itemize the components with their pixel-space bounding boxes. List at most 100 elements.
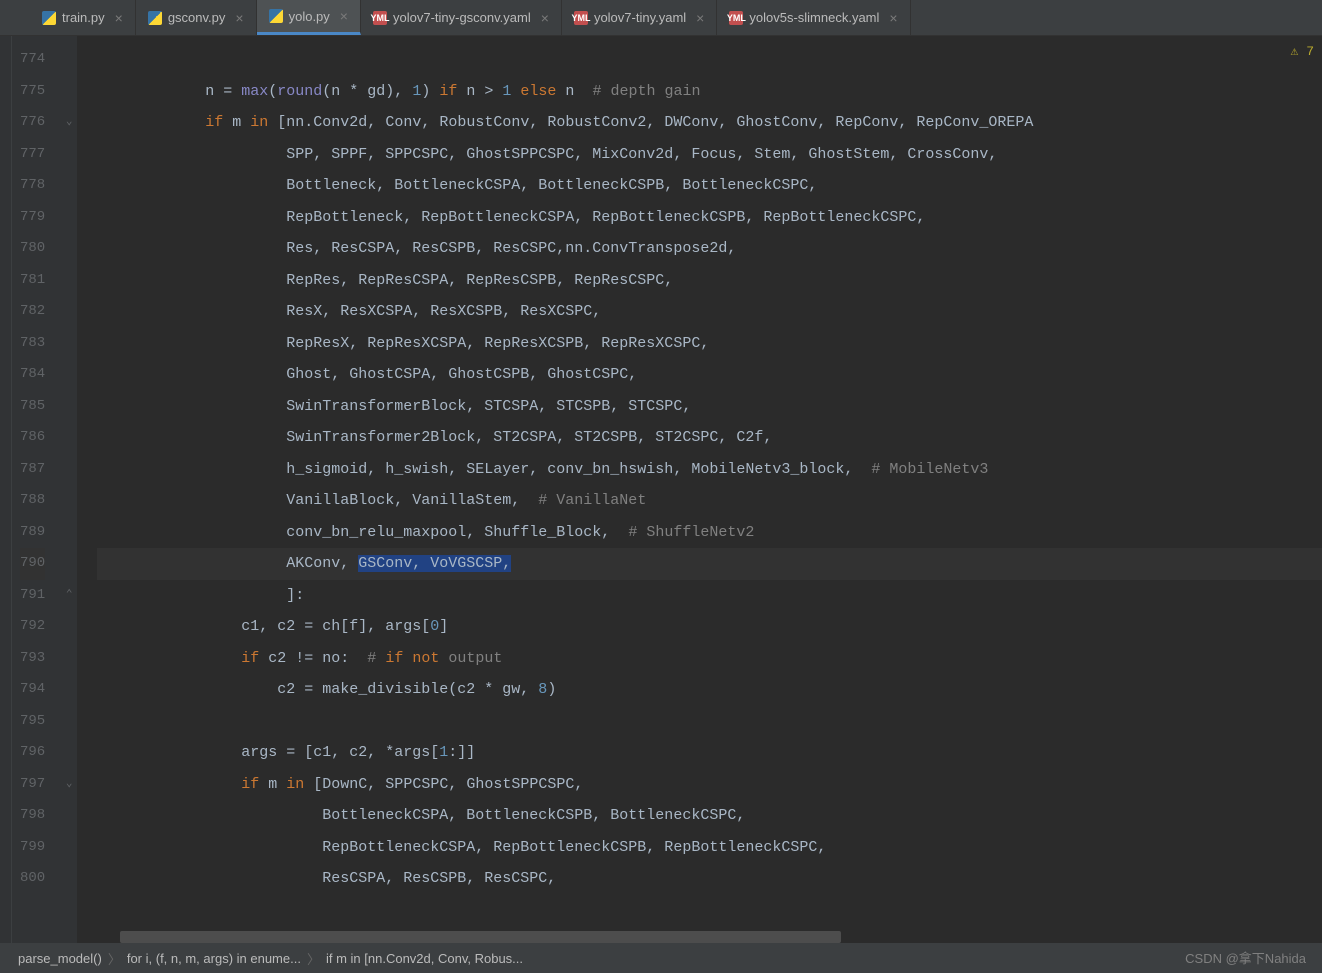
- code-line[interactable]: ResCSPA, ResCSPB, ResCSPC,: [97, 863, 1322, 895]
- code-line[interactable]: [97, 44, 1322, 76]
- line-number-gutter: 7747757767777787797807817827837847857867…: [12, 36, 61, 943]
- fold-marker[interactable]: [61, 454, 77, 486]
- code-line[interactable]: conv_bn_relu_maxpool, Shuffle_Block, # S…: [97, 517, 1322, 549]
- tab-label: yolov7-tiny-gsconv.yaml: [393, 10, 531, 25]
- close-icon[interactable]: ×: [889, 10, 897, 26]
- horizontal-scrollbar[interactable]: [120, 931, 1322, 943]
- py-file-icon: [42, 11, 56, 25]
- tab-label: yolov7-tiny.yaml: [594, 10, 686, 25]
- fold-marker[interactable]: [61, 76, 77, 108]
- code-line[interactable]: AKConv, GSConv, VoVGSCSP,: [97, 548, 1322, 580]
- line-number: 788: [20, 485, 45, 517]
- line-number: 798: [20, 800, 45, 832]
- close-icon[interactable]: ×: [235, 10, 243, 26]
- breadcrumb-item[interactable]: parse_model(): [18, 951, 102, 966]
- fold-marker[interactable]: [61, 863, 77, 895]
- line-number: 775: [20, 76, 45, 108]
- code-line[interactable]: if m in [DownC, SPPCSPC, GhostSPPCSPC,: [97, 769, 1322, 801]
- tab-train-py[interactable]: train.py ×: [30, 0, 136, 35]
- fold-marker[interactable]: [61, 737, 77, 769]
- code-line[interactable]: ResX, ResXCSPA, ResXCSPB, ResXCSPC,: [97, 296, 1322, 328]
- fold-marker[interactable]: [61, 548, 77, 580]
- fold-marker[interactable]: [61, 674, 77, 706]
- fold-marker[interactable]: [61, 800, 77, 832]
- py-file-icon: [269, 9, 283, 23]
- line-number: 774: [20, 44, 45, 76]
- code-line[interactable]: Ghost, GhostCSPA, GhostCSPB, GhostCSPC,: [97, 359, 1322, 391]
- tab-gsconv-py[interactable]: gsconv.py×: [136, 0, 257, 35]
- code-line[interactable]: args = [c1, c2, *args[1:]]: [97, 737, 1322, 769]
- code-line[interactable]: SwinTransformerBlock, STCSPA, STCSPB, ST…: [97, 391, 1322, 423]
- fold-marker[interactable]: [61, 170, 77, 202]
- tab-label: train.py: [62, 10, 105, 25]
- fold-marker[interactable]: ⌄: [61, 769, 77, 801]
- fold-marker[interactable]: [61, 485, 77, 517]
- code-line[interactable]: RepBottleneckCSPA, RepBottleneckCSPB, Re…: [97, 832, 1322, 864]
- yaml-file-icon: YML: [729, 11, 743, 25]
- code-line[interactable]: VanillaBlock, VanillaStem, # VanillaNet: [97, 485, 1322, 517]
- code-line[interactable]: RepBottleneck, RepBottleneckCSPA, RepBot…: [97, 202, 1322, 234]
- fold-marker[interactable]: [61, 832, 77, 864]
- line-number: 780: [20, 233, 45, 265]
- fold-marker[interactable]: [61, 296, 77, 328]
- line-number: 785: [20, 391, 45, 423]
- scrollbar-thumb[interactable]: [120, 931, 841, 943]
- line-number: 799: [20, 832, 45, 864]
- fold-marker[interactable]: [61, 265, 77, 297]
- fold-marker[interactable]: [61, 391, 77, 423]
- fold-marker[interactable]: [61, 139, 77, 171]
- chevron-right-icon: 〉: [108, 949, 121, 968]
- code-line[interactable]: c2 = make_divisible(c2 * gw, 8): [97, 674, 1322, 706]
- code-area[interactable]: n = max(round(n * gd), 1) if n > 1 else …: [77, 36, 1322, 943]
- close-icon[interactable]: ×: [541, 10, 549, 26]
- code-line[interactable]: c1, c2 = ch[f], args[0]: [97, 611, 1322, 643]
- tab-yolov7-tiny-yaml[interactable]: YMLyolov7-tiny.yaml×: [562, 0, 717, 35]
- code-line[interactable]: Res, ResCSPA, ResCSPB, ResCSPC,nn.ConvTr…: [97, 233, 1322, 265]
- line-number: 792: [20, 611, 45, 643]
- fold-marker[interactable]: ⌃: [61, 580, 77, 612]
- code-line[interactable]: h_sigmoid, h_swish, SELayer, conv_bn_hsw…: [97, 454, 1322, 486]
- line-number: 781: [20, 265, 45, 297]
- line-number: 778: [20, 170, 45, 202]
- tab-label: yolov5s-slimneck.yaml: [749, 10, 879, 25]
- code-line[interactable]: [97, 706, 1322, 738]
- code-line[interactable]: if m in [nn.Conv2d, Conv, RobustConv, Ro…: [97, 107, 1322, 139]
- tab-yolo-py[interactable]: yolo.py×: [257, 0, 361, 35]
- fold-marker[interactable]: ⌄: [61, 107, 77, 139]
- fold-marker[interactable]: [61, 202, 77, 234]
- fold-marker[interactable]: [61, 328, 77, 360]
- line-number: 797: [20, 769, 45, 801]
- close-icon[interactable]: ×: [340, 8, 348, 24]
- line-number: 791: [20, 580, 45, 612]
- code-line[interactable]: RepResX, RepResXCSPA, RepResXCSPB, RepRe…: [97, 328, 1322, 360]
- code-line[interactable]: ]:: [97, 580, 1322, 612]
- tab-yolov5s-slimneck-yaml[interactable]: YML yolov5s-slimneck.yaml ×: [717, 0, 910, 35]
- close-icon[interactable]: ×: [115, 10, 123, 26]
- fold-marker[interactable]: [61, 706, 77, 738]
- fold-marker[interactable]: [61, 359, 77, 391]
- line-number: 794: [20, 674, 45, 706]
- tab-bar: train.py×gsconv.py×yolo.py×YMLyolov7-tin…: [0, 0, 1322, 36]
- fold-marker[interactable]: [61, 233, 77, 265]
- close-icon[interactable]: ×: [696, 10, 704, 26]
- code-line[interactable]: SwinTransformer2Block, ST2CSPA, ST2CSPB,…: [97, 422, 1322, 454]
- chevron-right-icon: 〉: [307, 949, 320, 968]
- fold-marker[interactable]: [61, 517, 77, 549]
- code-line[interactable]: RepRes, RepResCSPA, RepResCSPB, RepResCS…: [97, 265, 1322, 297]
- fold-marker[interactable]: [61, 611, 77, 643]
- code-line[interactable]: if c2 != no: # if not output: [97, 643, 1322, 675]
- code-line[interactable]: Bottleneck, BottleneckCSPA, BottleneckCS…: [97, 170, 1322, 202]
- breadcrumb-item[interactable]: if m in [nn.Conv2d, Conv, Robus...: [326, 951, 523, 966]
- fold-marker[interactable]: [61, 422, 77, 454]
- code-line[interactable]: BottleneckCSPA, BottleneckCSPB, Bottlene…: [97, 800, 1322, 832]
- tab-yolov7-tiny-gsconv-yaml[interactable]: YMLyolov7-tiny-gsconv.yaml×: [361, 0, 562, 35]
- line-number: 782: [20, 296, 45, 328]
- code-line[interactable]: n = max(round(n * gd), 1) if n > 1 else …: [97, 76, 1322, 108]
- line-number: 796: [20, 737, 45, 769]
- breadcrumb-bar: parse_model() 〉 for i, (f, n, m, args) in …: [0, 943, 1322, 973]
- fold-marker[interactable]: [61, 643, 77, 675]
- fold-marker[interactable]: [61, 44, 77, 76]
- py-file-icon: [148, 11, 162, 25]
- breadcrumb-item[interactable]: for i, (f, n, m, args) in enume...: [127, 951, 301, 966]
- code-line[interactable]: SPP, SPPF, SPPCSPC, GhostSPPCSPC, MixCon…: [97, 139, 1322, 171]
